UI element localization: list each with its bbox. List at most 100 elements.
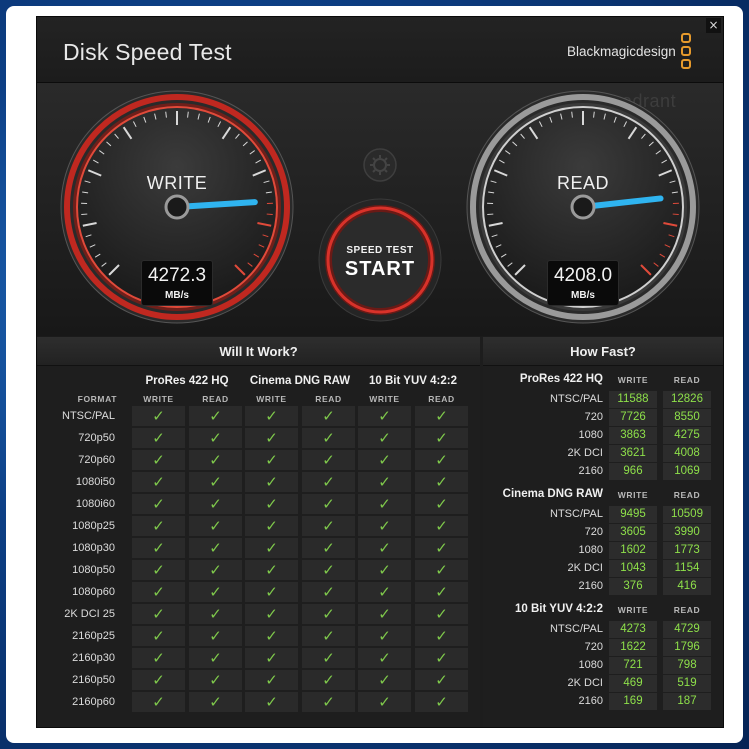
gauge-tick [571,111,573,118]
checkmark-icon: ✓ [209,407,222,425]
checkmark-icon: ✓ [265,517,278,535]
checkmark-icon: ✓ [265,583,278,601]
how-fast-write-value: 966 [609,463,657,480]
checkmark-icon: ✓ [152,693,165,711]
how-fast-panel: How Fast? ProRes 422 HQ WRITE READ NTSC/PAL… [483,337,723,727]
checkmark-icon: ✓ [435,605,448,623]
how-fast-write-value: 9495 [609,506,657,523]
read-gauge-label: READ [556,173,609,193]
how-fast-read-value: 1773 [663,542,711,559]
wiw-col-header: READ [315,394,342,404]
how-fast-read-value: 4275 [663,427,711,444]
wiw-row-label: 1080i60 [75,498,115,510]
write-value-display: 4272.3 MB/s [141,260,213,306]
how-fast-read-value: 3990 [663,524,711,541]
wiw-col-header: WRITE [369,394,400,404]
how-fast-write-value: 1043 [609,560,657,577]
title-bar: Disk Speed Test Blackmagicdesign [37,17,723,83]
how-fast-read-value: 519 [663,675,711,692]
how-fast-write-value: 4273 [609,621,657,638]
brand-logo-icon [681,33,691,72]
checkmark-icon: ✓ [265,495,278,513]
gauge-tick [593,111,595,118]
how-fast-row-label: NTSC/PAL [550,623,603,635]
wiw-row-label: 2160p30 [72,652,115,664]
how-fast-group-title: 10 Bit YUV 4:2:2 [515,603,603,615]
checkmark-icon: ✓ [265,671,278,689]
start-button-caption[interactable]: SPEED TEST [330,245,430,256]
how-fast-col-header: READ [673,605,701,615]
checkmark-icon: ✓ [152,583,165,601]
checkmark-icon: ✓ [209,429,222,447]
checkmark-icon: ✓ [152,539,165,557]
checkmark-icon: ✓ [322,495,335,513]
how-fast-write-value: 1602 [609,542,657,559]
checkmark-icon: ✓ [209,583,222,601]
results-area: Will It Work? ProRes 422 HQ WRITE READ Cine… [37,337,723,727]
checkmark-icon: ✓ [435,517,448,535]
checkmark-icon: ✓ [378,583,391,601]
how-fast-row-label: 720 [584,411,603,423]
wiw-row-label: 2160p60 [72,696,115,708]
checkmark-icon: ✓ [209,627,222,645]
checkmark-icon: ✓ [265,539,278,557]
wiw-group-title: Cinema DNG RAW [249,375,351,387]
checkmark-icon: ✓ [378,473,391,491]
how-fast-read-value: 416 [663,578,711,595]
wiw-group-title: 10 Bit YUV 4:2:2 [369,375,457,387]
checkmark-icon: ✓ [322,649,335,667]
checkmark-icon: ✓ [435,671,448,689]
checkmark-icon: ✓ [435,561,448,579]
how-fast-row-label: NTSC/PAL [550,508,603,520]
checkmark-icon: ✓ [152,671,165,689]
checkmark-icon: ✓ [322,693,335,711]
checkmark-icon: ✓ [322,407,335,425]
checkmark-icon: ✓ [322,627,335,645]
gear-icon[interactable] [363,148,397,182]
how-fast-write-value: 11588 [609,391,657,408]
checkmark-icon: ✓ [378,539,391,557]
app-title: Disk Speed Test [63,39,232,65]
how-fast-write-value: 469 [609,675,657,692]
how-fast-read-value: 1796 [663,639,711,656]
checkmark-icon: ✓ [152,451,165,469]
checkmark-icon: ✓ [322,561,335,579]
how-fast-read-value: 1154 [663,560,711,577]
close-button[interactable]: × [706,18,721,33]
checkmark-icon: ✓ [322,539,335,557]
checkmark-icon: ✓ [322,583,335,601]
checkmark-icon: ✓ [265,605,278,623]
checkmark-icon: ✓ [265,561,278,579]
how-fast-read-value: 4008 [663,445,711,462]
read-value-display: 4208.0 MB/s [547,260,619,306]
checkmark-icon: ✓ [209,473,222,491]
checkmark-icon: ✓ [378,451,391,469]
checkmark-icon: ✓ [209,649,222,667]
how-fast-row-label: 720 [584,641,603,653]
wiw-row-label: 1080p25 [72,520,115,532]
checkmark-icon: ✓ [435,693,448,711]
how-fast-read-value: 8550 [663,409,711,426]
wiw-row-label: NTSC/PAL [62,410,115,422]
checkmark-icon: ✓ [209,451,222,469]
wiw-row-label: 1080p30 [72,542,115,554]
checkmark-icon: ✓ [152,561,165,579]
will-it-work-panel: Will It Work? ProRes 422 HQ WRITE READ Cine… [37,337,480,727]
checkmark-icon: ✓ [435,495,448,513]
checkmark-icon: ✓ [152,495,165,513]
checkmark-icon: ✓ [209,605,222,623]
start-button[interactable]: START [330,258,430,281]
read-speed-value: 4208.0 [553,265,613,286]
wiw-row-label: 1080i50 [75,476,115,488]
checkmark-icon: ✓ [435,583,448,601]
checkmark-icon: ✓ [265,407,278,425]
wiw-col-header: WRITE [256,394,287,404]
how-fast-write-value: 376 [609,578,657,595]
gauge-panel: 4th Quadrant WRITE 4272.3 [37,83,723,336]
wiw-row-label: 1080p50 [72,564,115,576]
how-fast-row-label: 2160 [578,580,603,592]
wiw-col-header: WRITE [143,394,174,404]
checkmark-icon: ✓ [209,495,222,513]
wiw-group-title: ProRes 422 HQ [145,375,229,387]
how-fast-row-label: 2K DCI [567,562,603,574]
